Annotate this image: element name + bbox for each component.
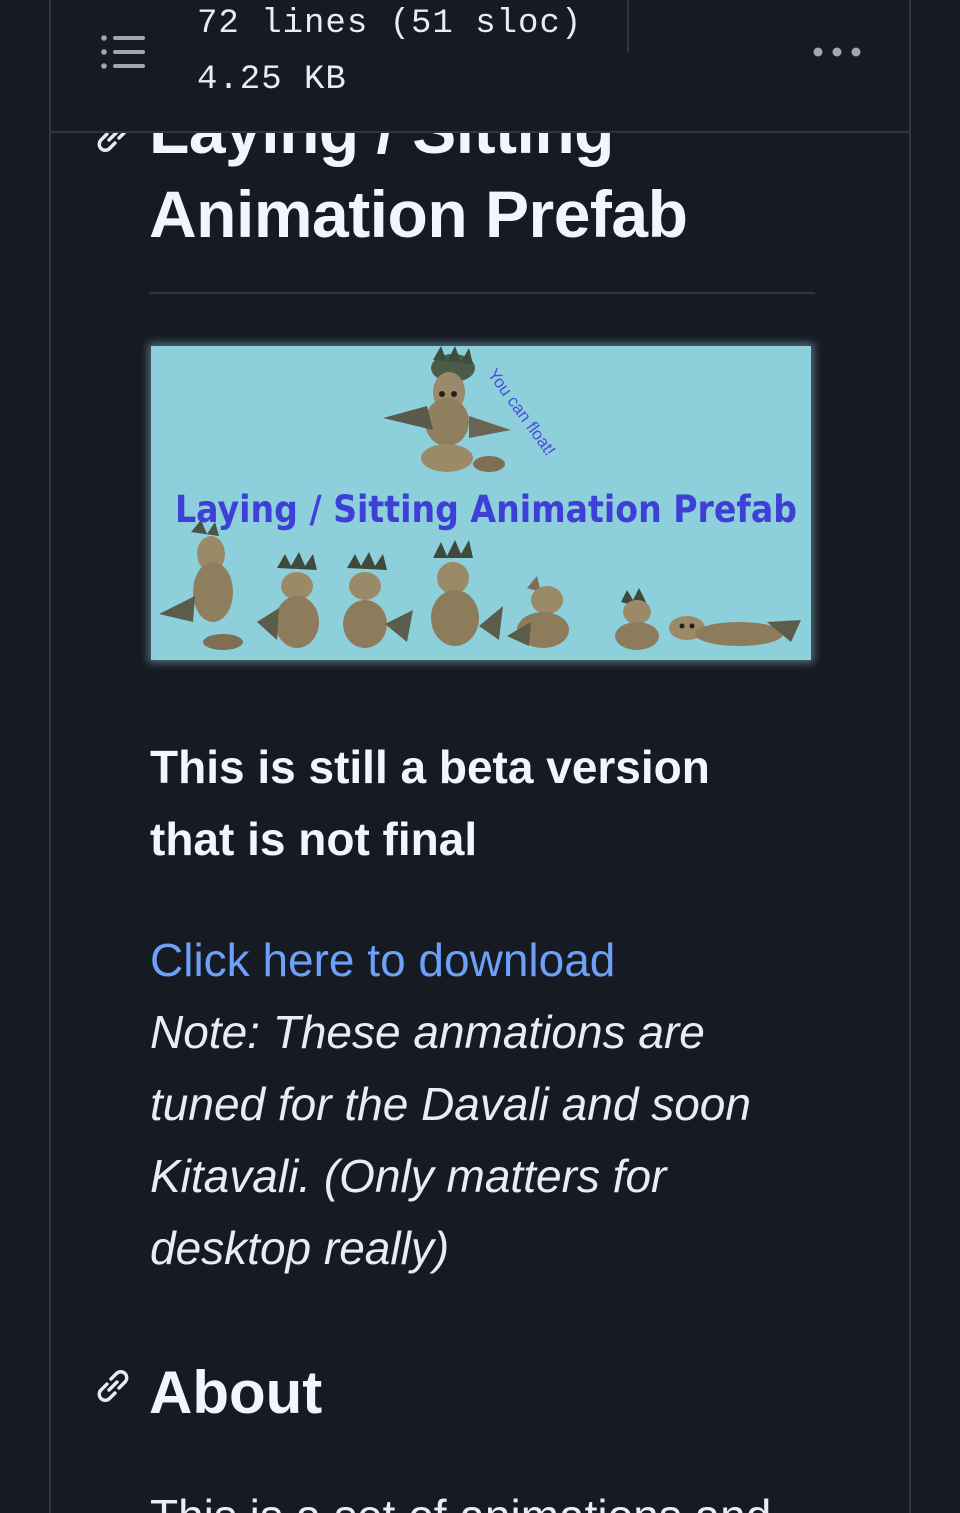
readme-article: Laying / Sitting Animation Prefab — [51, 0, 909, 1513]
banner-title: Laying / Sitting Animation Prefab — [175, 488, 797, 531]
title-divider — [149, 292, 815, 294]
kebab-horizontal-icon — [813, 47, 861, 57]
banner-image: You can float! Laying / Sitting Animatio… — [151, 346, 811, 660]
download-paragraph: Click here to download Note: These anmat… — [150, 924, 810, 1284]
readme-frame: Laying / Sitting Animation Prefab — [49, 0, 911, 1513]
link-icon — [97, 1370, 129, 1402]
about-anchor-link[interactable] — [89, 1368, 135, 1408]
compatibility-note: Note: These anmations are tuned for the … — [150, 1006, 751, 1274]
outline-button[interactable] — [99, 30, 149, 76]
file-size: 4.25 KB — [197, 61, 347, 99]
more-options-button[interactable] — [807, 36, 867, 68]
file-header: 72 lines (51 sloc) 4.25 KB — [49, 0, 911, 133]
beta-notice: This is still a beta version that is not… — [150, 741, 710, 865]
about-paragraph: This is a set of animations and — [150, 1480, 830, 1513]
download-link[interactable]: Click here to download — [150, 924, 810, 996]
line-count: 72 lines (51 sloc) — [197, 5, 583, 43]
about-heading: About — [149, 1359, 323, 1426]
list-icon — [101, 35, 145, 69]
